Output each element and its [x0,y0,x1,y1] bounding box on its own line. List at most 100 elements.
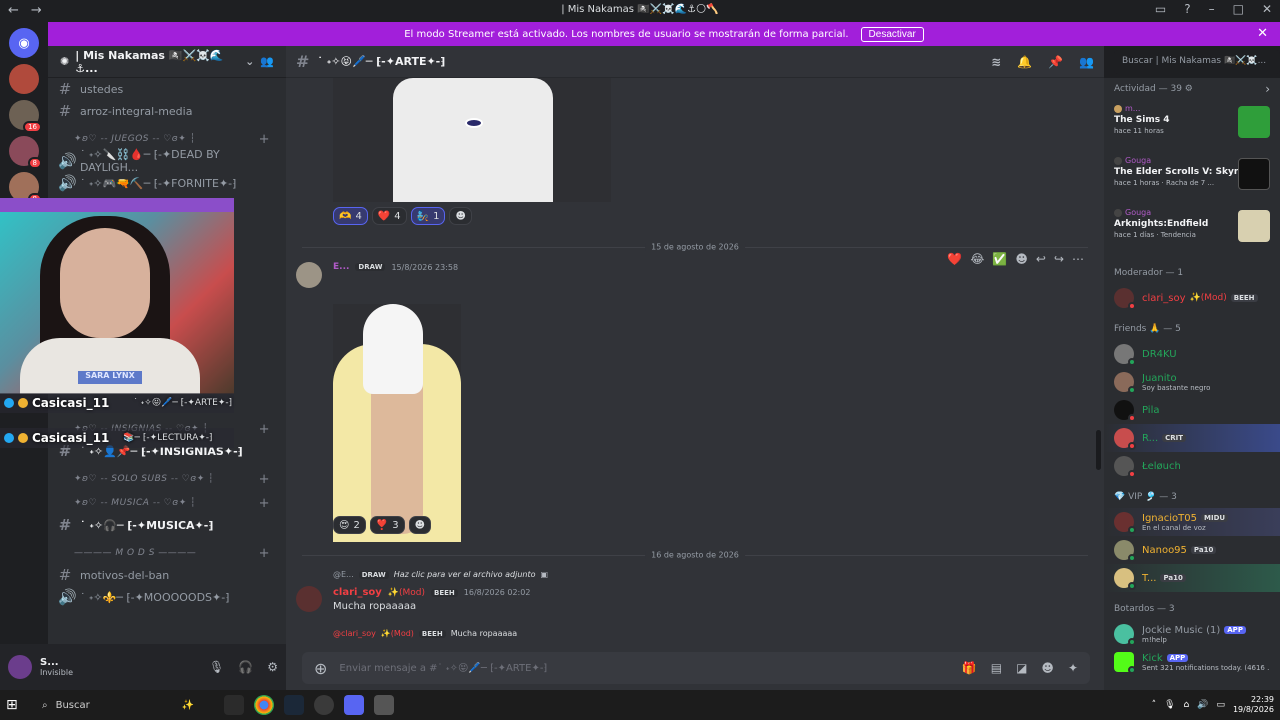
plus-icon[interactable]: + [259,496,270,511]
gift-icon[interactable]: 🎁 [962,661,977,675]
gear-icon[interactable]: ⚙ [1185,84,1193,94]
avatar[interactable] [296,262,322,288]
heart-reaction-icon[interactable]: ❤️ [947,252,962,266]
server-header[interactable]: ✺ | Mis Nakamas 🏴‍☠️⚔️☠️🌊⚓... ⌄ 👥 [48,46,286,78]
steam-icon[interactable] [284,695,304,715]
channel-musica[interactable]: # ˙ ˖✧🎧─ ⁅-✦MUSICA✦-⁆ [48,514,286,536]
obs-icon[interactable] [314,695,334,715]
emoji-icon[interactable]: ☻ [1041,661,1054,675]
scrollbar[interactable] [1096,430,1101,470]
search-input[interactable]: Buscar | Mis Nakamas 🏴‍☠️⚔️☠️... [1114,50,1280,74]
plus-icon[interactable]: + [259,472,270,487]
activity-card[interactable]: Gouga Arknights:Endfield hace 1 días · T… [1108,204,1276,256]
activity-card[interactable]: m... The Sims 4 hace 11 horas [1108,100,1276,152]
help-icon[interactable]: ? [1184,2,1190,16]
network-icon[interactable]: ⌂ [1184,700,1190,710]
avatar[interactable] [296,586,322,612]
check-reaction-icon[interactable]: ✅ [992,252,1007,266]
add-reaction-button[interactable]: ☻ [449,207,472,225]
inbox-icon[interactable]: ▭ [1155,2,1166,16]
clock[interactable]: 22:39 19/8/2026 [1233,695,1274,715]
channel-fornite[interactable]: 🔊 ˙ ˖✧🎮🔫⛏️─ ⁅-✦FORNITE✦-⁆ [48,172,286,194]
bell-icon[interactable]: 🔔 [1017,55,1032,69]
headphones-icon[interactable]: 🎧 [238,660,253,674]
avatar[interactable] [8,655,32,679]
app-icon[interactable] [374,695,394,715]
explorer-icon[interactable] [224,695,244,715]
close-window-icon[interactable]: ✕ [1262,2,1272,16]
activity-card[interactable]: Gouga The Elder Scrolls V: Skyrim... hac… [1108,152,1276,204]
message-input[interactable]: Enviar mensaje a #˙ ˖✧😝🖊️─ ⁅-✦ARTE✦-⁆ [339,663,547,674]
close-icon[interactable]: ✕ [1257,26,1268,41]
discord-home-icon[interactable]: ◉ [9,28,39,58]
message-author[interactable]: E... [333,262,349,272]
windows-start-icon[interactable]: ⊞ [6,697,34,713]
member-row[interactable]: IgnacioT05 MIDU En el canal de voz [1104,508,1280,536]
reply-preview[interactable]: @clari_soy ✨(Mod) BEEH Mucha ropaaaaa [333,629,517,638]
add-reaction-icon[interactable]: ☻ [1015,252,1028,266]
add-reaction-button[interactable]: ☻ [408,516,432,534]
chrome-icon[interactable] [254,695,274,715]
message-author[interactable]: clari_soy [333,587,382,598]
reaction[interactable]: ❣️ 3 [369,516,405,534]
more-icon[interactable]: ⋯ [1072,252,1084,266]
server-icon[interactable]: 16 [9,100,42,133]
channel-motivos-del-ban[interactable]: # motivos-del-ban [48,564,286,586]
member-row[interactable]: R... CRIT [1104,424,1280,452]
battery-icon[interactable]: ▭ [1216,700,1225,710]
chevron-down-icon[interactable]: ⌄ [245,55,254,68]
reaction[interactable]: 😍 2 [333,516,366,534]
channel-ustedes[interactable]: # ustedes [48,78,286,100]
microphone-icon[interactable]: 🎙 [209,660,224,674]
message-composer[interactable]: ⊕ Enviar mensaje a #˙ ˖✧😝🖊️─ ⁅-✦ARTE✦-⁆ … [302,652,1090,684]
channel-arroz-integral-media[interactable]: # arroz-integral-media [48,100,286,122]
attachment-image[interactable] [333,78,611,202]
laugh-reaction-icon[interactable]: 😂 [970,252,984,266]
reply-preview[interactable]: @E... DRAW Haz clic para ver el archivo … [333,570,548,579]
member-row[interactable]: DR4KU [1104,340,1280,368]
plus-icon[interactable]: + [259,546,270,561]
member-row[interactable]: Nanoo95 Pa10 [1104,536,1280,564]
channel-mooooods[interactable]: 🔊 ˙ ˖✧⚜️─ ⁅-✦MOOOOODS✦-⁆ [48,586,286,608]
category-juegos[interactable]: ✦ʚ♡ -- JUEGOS -- ♡ɞ✦ ┆ + [48,128,286,150]
server-icon[interactable]: 8 [9,136,42,169]
member-row[interactable]: Łeløuch [1104,452,1280,480]
reaction[interactable]: 🧞 1 [410,207,446,225]
chevron-right-icon[interactable]: › [1265,82,1270,96]
activity-header[interactable]: Actividad — 39 ⚙ › [1104,78,1280,100]
server-icon[interactable] [9,64,39,94]
reply-icon[interactable]: ↩ [1036,252,1046,266]
plus-icon[interactable]: ⊕ [314,659,327,678]
discord-icon[interactable] [344,695,364,715]
plus-icon[interactable]: + [259,422,270,437]
member-row[interactable]: Pila [1104,396,1280,424]
member-row[interactable]: T... Pa10 [1104,564,1280,592]
category-mods[interactable]: ———— M O D S ———— + [48,542,286,564]
maximize-icon[interactable]: □ [1233,2,1244,16]
member-row[interactable]: clari_soy ✨(Mod) BEEH [1104,284,1280,312]
plus-icon[interactable]: + [259,132,270,147]
forward-icon[interactable]: ↪ [1054,252,1064,266]
volume-icon[interactable]: 🔊 [1197,700,1208,710]
deactivate-button[interactable]: Desactivar [860,26,924,42]
apps-icon[interactable]: ✦ [1068,661,1078,675]
microphone-icon[interactable]: 🎙 [1164,700,1175,710]
reaction[interactable]: 🫶 4 [333,207,368,225]
member-row[interactable]: Jockie Music (1) APP m!help [1104,620,1280,648]
category-musica[interactable]: ✦ʚ♡ -- MUSICA -- ♡ɞ✦ ┆ + [48,492,286,514]
pin-icon[interactable]: 📌 [1048,55,1063,69]
sticker-icon[interactable]: ◪ [1016,661,1027,675]
attachment-image[interactable] [333,304,461,542]
category-solo-subs[interactable]: ✦ʚ♡ -- SOLO SUBS -- ♡ɞ✦ ┆ + [48,468,286,490]
threads-icon[interactable]: ≋ [991,55,1001,69]
channel-dead-by-daylight[interactable]: 🔊 ˙ ˖✧🔪⛓️🩸─ ⁅-✦DEAD BY DAYLIGH... [48,148,286,174]
chevron-up-icon[interactable]: ˄ [1152,700,1157,710]
invite-icon[interactable]: 👥 [260,55,274,68]
reaction[interactable]: ❤️ 4 [371,207,407,225]
gear-icon[interactable]: ⚙ [267,660,278,674]
minimize-icon[interactable]: – [1209,2,1215,16]
member-row[interactable]: Kick APP Sent 321 notifications today. (46… [1104,648,1280,676]
taskbar-search[interactable]: ⌕ Buscar ✨ [34,700,194,711]
member-row[interactable]: Juanito Soy bastante negro [1104,368,1280,396]
members-icon[interactable]: 👥 [1079,55,1094,69]
